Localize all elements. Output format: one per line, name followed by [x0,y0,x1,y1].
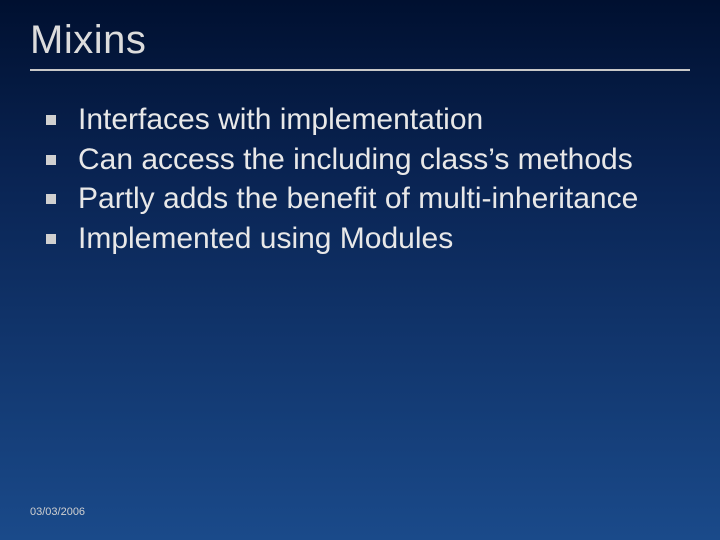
list-item: Partly adds the benefit of multi-inherit… [38,180,670,218]
slide: Mixins Interfaces with implementation Ca… [0,0,720,540]
bullet-icon [46,234,56,244]
bullet-icon [46,115,56,125]
footer-date: 03/03/2006 [30,506,85,518]
slide-content: Interfaces with implementation Can acces… [30,101,690,257]
list-item: Can access the including class’s methods [38,141,670,179]
list-item: Implemented using Modules [38,220,670,258]
list-item: Interfaces with implementation [38,101,670,139]
bullet-text: Implemented using Modules [78,220,670,258]
bullet-icon [46,194,56,204]
bullet-text: Can access the including class’s methods [78,141,670,179]
slide-title: Mixins [30,18,690,71]
bullet-text: Partly adds the benefit of multi-inherit… [78,180,670,218]
bullet-icon [46,155,56,165]
bullet-text: Interfaces with implementation [78,101,670,139]
